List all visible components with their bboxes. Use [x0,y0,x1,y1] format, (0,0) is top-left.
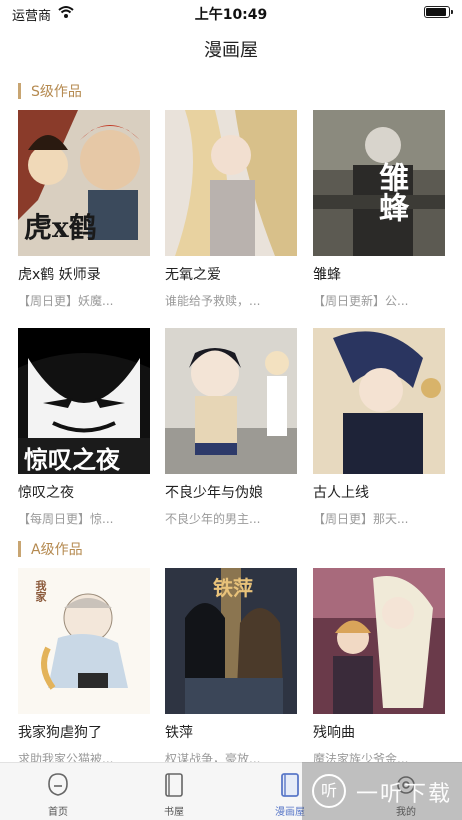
comic-card[interactable]: 虎x鹤 虎x鹤 妖师录 【周日更】妖魔... [18,110,150,309]
section-title: A级作品 [31,542,83,558]
comic-cover[interactable] [313,568,445,714]
battery-fill [426,8,446,16]
status-bar: 运营商 上午10:49 [0,0,462,26]
comic-card[interactable]: 我家 我家狗虐狗了 求助我家公猫被... [18,568,150,767]
watermark-logo: 听 [312,774,346,808]
comic-cover[interactable] [313,328,445,474]
comic-subtitle: 【每周日更】惊... [18,512,114,526]
tab-label: 首页 [48,807,68,818]
cover-art [165,110,297,256]
comic-title: 不良少年与伪娘 [165,485,263,501]
comic-card[interactable]: 惊叹之夜 惊叹之夜 【每周日更】惊... [18,328,150,527]
comic-card[interactable]: 不良少年与伪娘 不良少年的男主... [165,328,297,527]
cover-title-art: 惊叹之夜 [24,445,120,474]
watermark-text: 一听下载 [356,782,453,807]
tab-label: 书屋 [164,807,184,818]
comic-cover[interactable]: 虎x鹤 [18,110,150,256]
comic-subtitle: 【周日更】妖魔... [18,294,114,308]
comic-title: 无氧之爱 [165,267,221,283]
comic-subtitle: 【周日更】那天... [313,512,409,526]
comic-title: 铁萍 [165,725,193,741]
comic-cover[interactable]: 惊叹之夜 [18,328,150,474]
comic-cover[interactable]: 我家 [18,568,150,714]
comic-card[interactable]: 残响曲 魔法家族少爷金... [313,568,445,767]
comic-title: 虎x鹤 妖师录 [18,267,101,283]
comic-card[interactable]: 雏蜂 雏蜂 【周日更新】公... [313,110,445,309]
status-time: 上午10:49 [194,7,268,23]
section-accent-bar [18,541,21,557]
tab-bookshelf[interactable]: 书屋 [116,763,232,820]
comic-title: 惊叹之夜 [18,485,74,501]
comic-card[interactable]: 古人上线 【周日更】那天... [313,328,445,527]
cover-title-art: 虎x鹤 [24,211,97,244]
comic-subtitle: 不良少年的男主... [165,512,261,526]
cover-art [313,568,445,714]
comic-title: 我家狗虐狗了 [18,725,102,741]
cover-title-art: 雏蜂 [373,162,408,222]
comic-title: 残响曲 [313,725,355,741]
comic-card[interactable]: 铁萍 铁萍 权谋战争，豪放... [165,568,297,767]
bookshelf-icon [165,773,183,797]
home-icon [48,773,68,796]
comic-cover[interactable]: 铁萍 [165,568,297,714]
section-header-a: A级作品 [18,540,83,558]
tab-home[interactable]: 首页 [0,763,116,820]
section-title: S级作品 [31,84,82,100]
section-header-s: S级作品 [18,82,82,100]
comic-subtitle: 【周日更新】公... [313,294,409,308]
battery-icon [424,6,453,18]
comic-card[interactable]: 无氧之爱 谁能给予救赎，... [165,110,297,309]
comic-title: 雏蜂 [313,267,341,283]
comic-cover[interactable] [165,328,297,474]
cover-art [165,328,297,474]
page-title: 漫画屋 [204,40,258,61]
comic-cover[interactable] [165,110,297,256]
comic-title: 古人上线 [313,485,369,501]
comic-icon [281,773,299,797]
cover-title-art: 我家 [34,580,47,602]
cover-art [313,328,445,474]
section-accent-bar [18,83,21,99]
cover-title-art: 铁萍 [213,576,253,600]
comic-subtitle: 谁能给予救赎，... [165,294,261,308]
comic-cover[interactable]: 雏蜂 [313,110,445,256]
watermark: 听 一听下载 [302,762,462,820]
